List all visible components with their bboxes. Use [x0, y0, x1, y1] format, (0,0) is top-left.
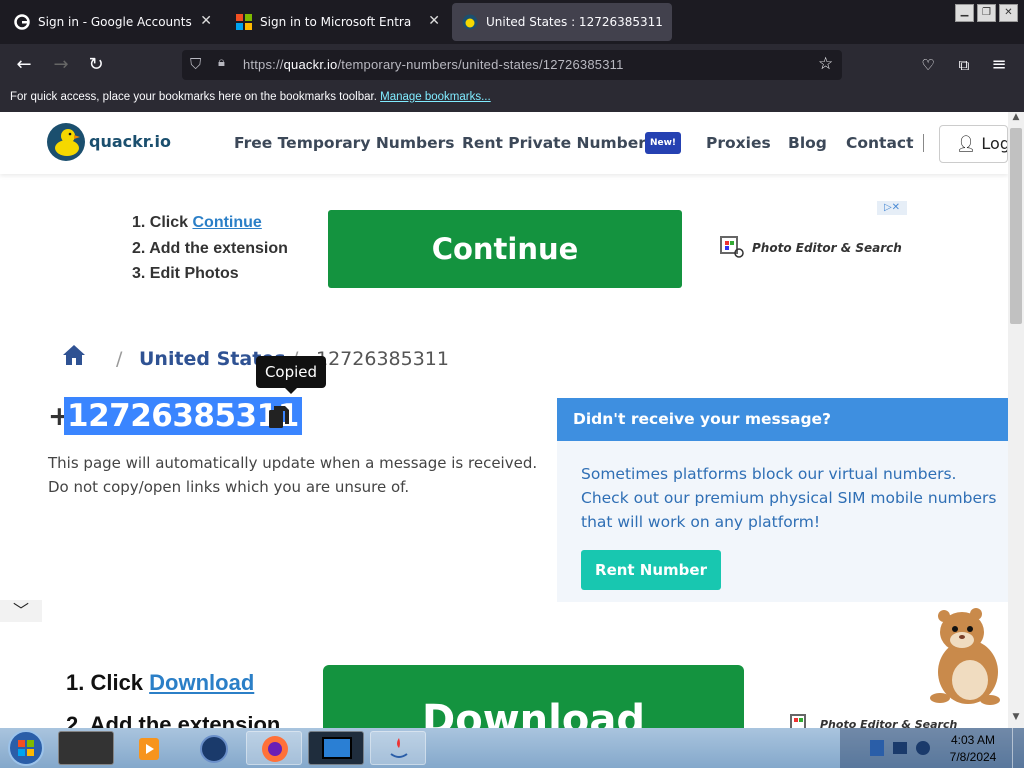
clock-date[interactable]: 7/8/2024: [938, 750, 1008, 764]
ad-download-link[interactable]: Download: [149, 670, 254, 695]
ad2-step-2: 2. Add the extension: [66, 712, 281, 728]
nav-rent-private-numbers[interactable]: Rent Private Numbers: [462, 134, 655, 152]
breadcrumb-number: 12726385311: [316, 348, 449, 370]
ad-step-1: 1. Click Continue: [132, 214, 262, 231]
reload-icon[interactable]: ↻: [82, 52, 110, 78]
copied-tooltip: Copied: [256, 356, 326, 394]
sim-info-card: Didn't receive your message? Sometimes p…: [557, 398, 1008, 602]
scrollbar-thumb[interactable]: [1010, 128, 1022, 324]
site-header: quackr.io Free Temporary Numbers Rent Pr…: [0, 112, 1008, 174]
scroll-up-arrow-icon[interactable]: ▲: [1008, 112, 1024, 126]
ad-choices-icon[interactable]: ▷✕: [877, 201, 907, 215]
card-body: Sometimes platforms block our virtual nu…: [581, 465, 997, 531]
minimize-button[interactable]: ▁: [955, 4, 974, 22]
forward-arrow-icon[interactable]: →: [47, 52, 75, 78]
microsoft-icon: [236, 14, 252, 30]
copy-icon[interactable]: [267, 404, 291, 432]
photo-editor-logo-icon: [720, 236, 746, 260]
bookmarks-bar: For quick access, place your bookmarks h…: [0, 86, 1024, 112]
tray-network-icon[interactable]: [870, 740, 884, 756]
tab-quackr[interactable]: United States : 12726385311 | Fr: [452, 3, 672, 41]
manage-bookmarks-link[interactable]: Manage bookmarks...: [380, 91, 491, 103]
rent-number-button[interactable]: Rent Number: [581, 550, 721, 590]
menu-icon[interactable]: ≡: [985, 52, 1013, 78]
links-warning: Do not copy/open links which you are uns…: [48, 478, 410, 496]
tab-title: Sign in to Microsoft Entra: [260, 15, 412, 29]
photo-editor-logo-icon: [790, 714, 812, 728]
start-button[interactable]: [6, 729, 46, 767]
restore-button[interactable]: ❐: [977, 4, 996, 22]
tab-microsoft-entra[interactable]: Sign in to Microsoft Entra ✕: [226, 3, 448, 41]
ad-download-button[interactable]: Download: [323, 665, 744, 728]
ad-step-3: 3. Edit Photos: [132, 265, 239, 282]
window-controls: ▁ ❐ ✕: [955, 4, 1019, 24]
ad-continue-link[interactable]: Continue: [192, 214, 261, 231]
tab-title: United States : 12726385311 | Fr: [486, 15, 662, 29]
quackr-favicon: [462, 14, 478, 30]
shield-icon[interactable]: ⛉: [190, 55, 201, 73]
clock-time[interactable]: 4:03 AM: [938, 733, 1008, 747]
home-icon[interactable]: [62, 344, 86, 366]
back-arrow-icon[interactable]: ←: [10, 52, 38, 78]
auto-update-info: This page will automatically update when…: [48, 454, 538, 472]
nav-free-temporary-numbers[interactable]: Free Temporary Numbers: [234, 134, 454, 152]
google-icon: [14, 14, 30, 30]
pocket-icon[interactable]: ♡: [914, 52, 942, 78]
browser-tab-bar: Sign in - Google Accounts ✕ Sign in to M…: [0, 0, 1024, 44]
logo-text[interactable]: quackr.io: [89, 132, 171, 151]
nav-divider: [923, 134, 924, 152]
lock-icon[interactable]: 🔒︎: [218, 55, 225, 70]
scroll-down-arrow-icon[interactable]: ▼: [1008, 712, 1024, 726]
url-text[interactable]: https://quackr.io/temporary-numbers/unit…: [243, 57, 624, 72]
taskbar-remote-desktop-icon[interactable]: [308, 731, 364, 765]
close-tab-icon[interactable]: ✕: [200, 13, 212, 29]
tab-title: Sign in - Google Accounts: [38, 15, 192, 29]
taskbar-java-icon[interactable]: [370, 731, 426, 765]
taskbar-globe-icon[interactable]: [186, 731, 242, 765]
bookmarks-hint: For quick access, place your bookmarks h…: [10, 91, 377, 103]
taskbar-terminal-icon[interactable]: [58, 731, 114, 765]
ad2-step-1: 1. Click Download: [66, 670, 255, 695]
web-page: quackr.io Free Temporary Numbers Rent Pr…: [0, 112, 1008, 728]
tray-volume-icon[interactable]: [916, 741, 930, 755]
tab-google-signin[interactable]: Sign in - Google Accounts ✕: [4, 3, 220, 41]
url-bar[interactable]: ⛉ 🔒︎ https://quackr.io/temporary-numbers…: [182, 50, 842, 80]
nav-blog[interactable]: Blog: [788, 134, 827, 152]
close-tab-icon[interactable]: ✕: [428, 13, 440, 29]
breadcrumb-separator: /: [116, 348, 123, 370]
new-badge: New!: [645, 132, 681, 154]
login-button[interactable]: 👤︎ Login: [939, 125, 1008, 163]
taskbar-firefox-icon[interactable]: [246, 731, 302, 765]
chevron-down-icon[interactable]: ﹀: [0, 600, 42, 622]
user-icon: 👤︎: [956, 134, 977, 153]
ad-step-2: 2. Add the extension: [132, 240, 288, 257]
show-desktop-button[interactable]: [1012, 728, 1024, 768]
hamster-mascot-image[interactable]: [920, 602, 1008, 708]
ad-continue-button[interactable]: Continue: [328, 210, 682, 288]
tray-display-icon[interactable]: [893, 742, 907, 754]
ad-brand: Photo Editor & Search: [752, 241, 902, 255]
windows-taskbar: 4:03 AM 7/8/2024: [0, 728, 1024, 768]
ad2-brand: Photo Editor & Search: [820, 718, 958, 728]
nav-contact[interactable]: Contact: [846, 134, 914, 152]
page-scrollbar[interactable]: ▲ ▼: [1008, 112, 1024, 728]
card-title: Didn't receive your message?: [557, 398, 1008, 441]
quackr-logo-icon[interactable]: [46, 122, 86, 162]
close-window-button[interactable]: ✕: [999, 4, 1018, 22]
taskbar-media-player-icon[interactable]: [120, 731, 176, 765]
bookmark-star-icon[interactable]: ☆: [818, 54, 833, 74]
extensions-icon[interactable]: ⧉: [950, 52, 978, 78]
nav-proxies[interactable]: Proxies: [706, 134, 771, 152]
